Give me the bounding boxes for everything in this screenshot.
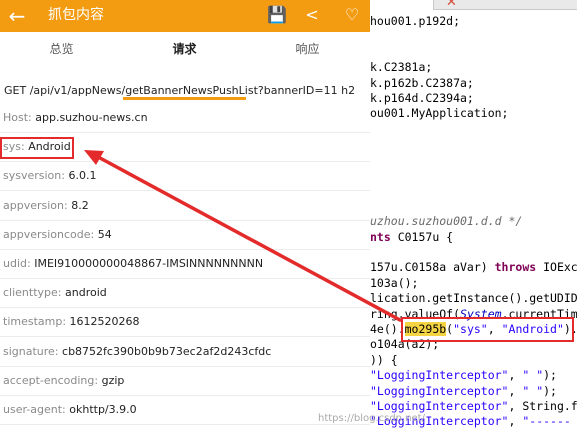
watermark: https://blog.csdn.net/ [318,413,425,424]
arrow-shaft [98,156,402,322]
annotation-arrow [84,150,402,322]
